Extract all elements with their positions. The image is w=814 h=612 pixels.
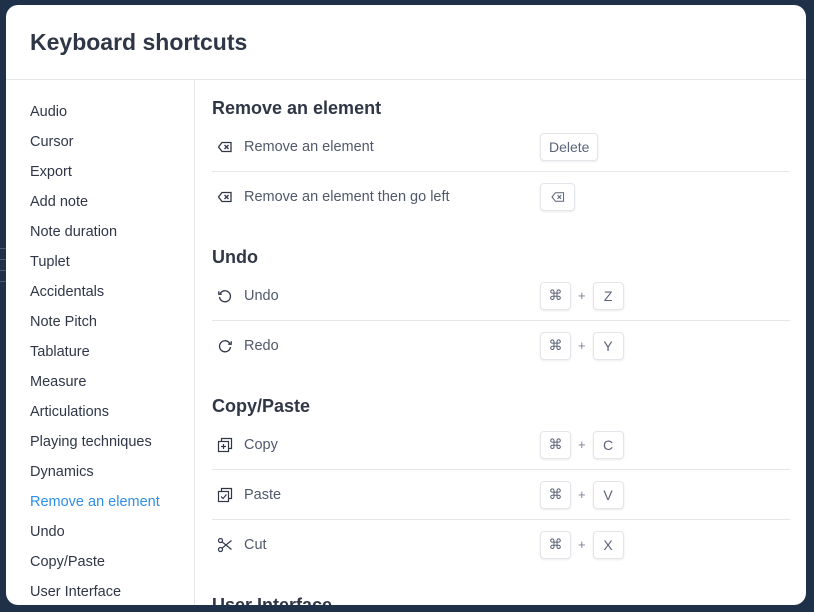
modal-body: Audio Cursor Export Add note Note duration Tu… <box>6 80 806 605</box>
sidebar-item-measure[interactable]: Measure <box>6 367 194 397</box>
sidebar-item-cursor[interactable]: Cursor <box>6 127 194 157</box>
shortcut-label: Copy <box>244 436 278 453</box>
shortcut-section-user-interface: User Interface <box>212 591 790 605</box>
backspace-key-icon <box>540 182 575 211</box>
modal-title: Keyboard shortcuts <box>30 28 248 55</box>
sidebar-item-export[interactable]: Export <box>6 157 194 187</box>
plus-separator: + <box>578 437 586 452</box>
shortcut-row-remove-an-element-then-go-left: Remove an element then go left <box>212 172 790 221</box>
backspace-icon <box>216 188 234 206</box>
shortcut-row-paste: Paste ⌘ + V <box>212 470 790 520</box>
shortcut-category-sidebar: Audio Cursor Export Add note Note duration Tu… <box>6 80 195 605</box>
backspace-icon <box>216 138 234 156</box>
command-key: ⌘ <box>540 430 571 459</box>
sidebar-item-playing-techniques[interactable]: Playing techniques <box>6 427 194 457</box>
key-combination: ⌘ + Y <box>540 331 624 360</box>
sidebar-item-audio[interactable]: Audio <box>6 97 194 127</box>
command-key: ⌘ <box>540 331 571 360</box>
scissors-icon <box>216 536 234 554</box>
shortcut-row-undo: Undo ⌘ + Z <box>212 271 790 321</box>
key-x: X <box>592 530 624 559</box>
key-combination: ⌘ + X <box>540 530 624 559</box>
shortcut-row-remove-an-element: Remove an element Delete <box>212 122 790 172</box>
command-key: ⌘ <box>540 530 571 559</box>
plus-separator: + <box>578 338 586 353</box>
command-key: ⌘ <box>540 480 571 509</box>
sidebar-item-undo[interactable]: Undo <box>6 517 194 547</box>
key-combination: ⌘ + V <box>540 480 624 509</box>
shortcut-row-cut: Cut ⌘ + X <box>212 520 790 569</box>
key-z: Z <box>592 281 624 310</box>
key-delete: Delete <box>540 132 599 161</box>
shortcut-section-remove-an-element: Remove an element Remove an element Delete… <box>212 94 790 221</box>
key-c: C <box>592 430 624 459</box>
shortcut-label: Cut <box>244 536 267 553</box>
key-v: V <box>592 480 624 509</box>
shortcut-section-undo: Undo Undo ⌘ + Z Redo ⌘ + Y <box>212 243 790 370</box>
sidebar-item-note-pitch[interactable]: Note Pitch <box>6 307 194 337</box>
sidebar-item-copy-paste[interactable]: Copy/Paste <box>6 547 194 577</box>
shortcut-content[interactable]: Remove an element Remove an element Delete… <box>195 80 806 605</box>
sidebar-item-tablature[interactable]: Tablature <box>6 337 194 367</box>
key-combination: ⌘ + Z <box>540 281 624 310</box>
shortcut-label: Paste <box>244 486 282 503</box>
key-combination: ⌘ + C <box>540 430 624 459</box>
section-title: User Interface <box>212 595 333 605</box>
key-combination <box>540 182 575 211</box>
shortcut-row-redo: Redo ⌘ + Y <box>212 321 790 370</box>
shortcut-row-copy: Copy ⌘ + C <box>212 420 790 470</box>
keyboard-shortcuts-modal: Keyboard shortcuts Audio Cursor Export Add … <box>6 5 806 605</box>
sidebar-item-articulations[interactable]: Articulations <box>6 397 194 427</box>
command-key: ⌘ <box>540 281 571 310</box>
sidebar-item-dynamics[interactable]: Dynamics <box>6 457 194 487</box>
shortcut-label: Remove an element then go left <box>244 188 450 205</box>
plus-separator: + <box>578 288 586 303</box>
plus-separator: + <box>578 487 586 502</box>
undo-icon <box>216 287 234 305</box>
shortcut-label: Remove an element <box>244 138 374 155</box>
plus-separator: + <box>578 537 586 552</box>
sidebar-item-remove-an-element[interactable]: Remove an element <box>6 487 194 517</box>
section-title: Copy/Paste <box>212 396 311 416</box>
shortcut-label: Redo <box>244 337 279 354</box>
shortcut-label: Undo <box>244 287 279 304</box>
sidebar-item-note-duration[interactable]: Note duration <box>6 217 194 247</box>
sidebar-item-accidentals[interactable]: Accidentals <box>6 277 194 307</box>
shortcut-section-copy-paste: Copy/Paste Copy ⌘ + C Paste ⌘ + V Cut ⌘ + X <box>212 392 790 569</box>
section-title: Remove an element <box>212 98 382 118</box>
section-title: Undo <box>212 247 258 267</box>
paste-icon <box>216 486 234 504</box>
key-combination: Delete <box>540 132 599 161</box>
sidebar-item-add-note[interactable]: Add note <box>6 187 194 217</box>
copy-icon <box>216 436 234 454</box>
sidebar-item-tuplet[interactable]: Tuplet <box>6 247 194 277</box>
sidebar-item-user-interface[interactable]: User Interface <box>6 577 194 605</box>
modal-header: Keyboard shortcuts <box>6 5 806 80</box>
redo-icon <box>216 337 234 355</box>
key-y: Y <box>592 331 624 360</box>
